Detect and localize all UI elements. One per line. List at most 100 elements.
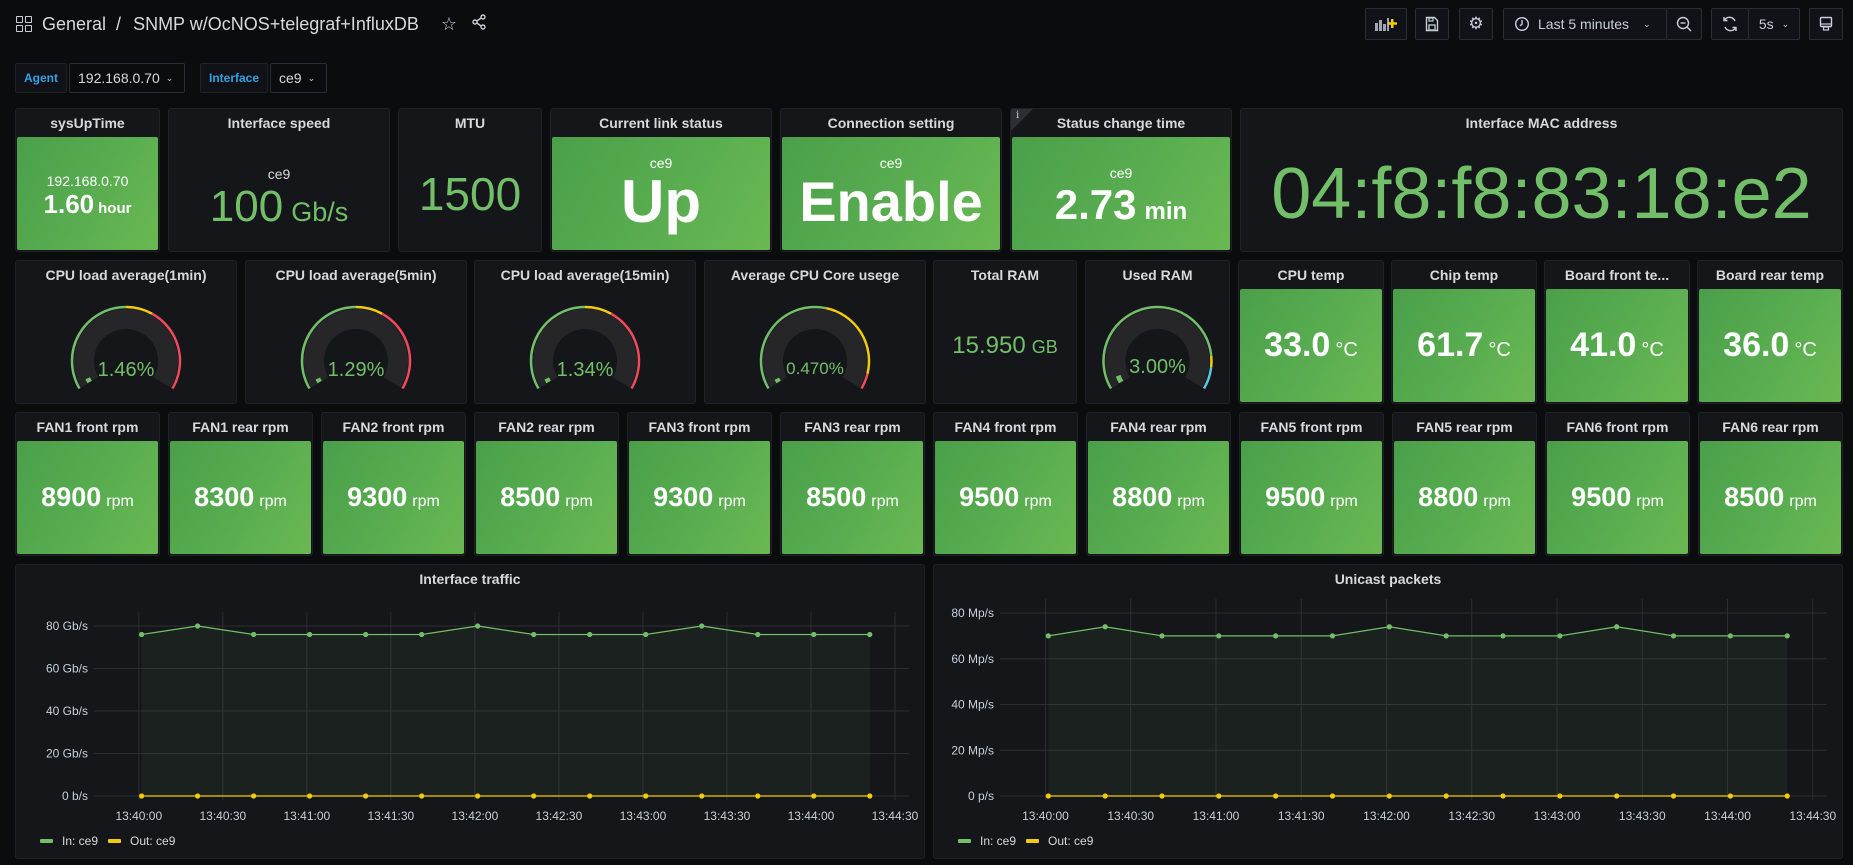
data-point-in (699, 623, 705, 629)
panel-temp-4[interactable]: Board rear temp 36.0 °C (1697, 260, 1843, 404)
dashboard-title[interactable]: SNMP w/OcNOS+telegraf+InfluxDB (133, 14, 419, 35)
panel-gauge-1[interactable]: CPU load average(1min) 1.46% (15, 260, 237, 404)
panel-fan-3[interactable]: FAN2 front rpm 9300 rpm (321, 412, 466, 556)
panel-title: Interface MAC address (1465, 115, 1618, 131)
panel-fan-5[interactable]: FAN3 front rpm 9300 rpm (627, 412, 772, 556)
stat-body: 41.0 °C (1546, 289, 1688, 402)
add-panel-icon (1375, 18, 1397, 31)
variable-label-interface: Interface (200, 63, 269, 93)
tv-mode-button[interactable] (1809, 8, 1843, 40)
stat-unit: min (1144, 197, 1188, 225)
panel-connection-setting[interactable]: Connection setting ce9 Enable (780, 108, 1002, 252)
x-tick-label: 13:44:30 (872, 809, 919, 823)
time-range-picker[interactable]: Last 5 minutes ⌄ (1503, 8, 1667, 40)
refresh-interval-picker[interactable]: 5s ⌄ (1748, 8, 1800, 40)
apps-icon[interactable] (16, 16, 32, 32)
panel-fan-2[interactable]: FAN1 rear rpm 8300 rpm (168, 412, 313, 556)
panel-title: FAN2 front rpm (342, 419, 445, 435)
stat-value: 8500 (806, 482, 867, 512)
stat-unit: GB (1031, 336, 1058, 357)
panel-fan-9[interactable]: FAN5 front rpm 9500 rpm (1239, 412, 1384, 556)
zoom-out-button[interactable] (1666, 8, 1702, 40)
data-point-in (1557, 633, 1563, 639)
panel-fan-6[interactable]: FAN3 rear rpm 8500 rpm (780, 412, 925, 556)
info-icon[interactable]: i (1016, 110, 1019, 121)
share-icon[interactable] (471, 13, 487, 35)
panel-temp-2[interactable]: Chip temp 61.7 °C (1391, 260, 1537, 404)
refresh-button[interactable] (1711, 8, 1749, 40)
panel-temp-3[interactable]: Board front te... 41.0 °C (1544, 260, 1690, 404)
stat-value: 9500 (1265, 482, 1326, 512)
panel-sysuptime[interactable]: sysUpTime 192.168.0.70 1.60 hour (15, 108, 160, 252)
stat-body: 33.0 °C (1240, 289, 1382, 402)
data-point-out (475, 793, 481, 799)
panel-link-status[interactable]: Current link status ce9 Up (550, 108, 772, 252)
data-point-in (1045, 633, 1051, 639)
stat-body: ce9 Up (552, 137, 770, 250)
panel-title: Connection setting (827, 115, 955, 131)
stat-unit: rpm (259, 493, 287, 510)
x-tick-label: 13:40:30 (199, 809, 246, 823)
panel-fan-7[interactable]: FAN4 front rpm 9500 rpm (933, 412, 1078, 556)
stat-value: 9300 (653, 482, 714, 512)
panel-mac-address[interactable]: Interface MAC address 04:f8:f8:83:18:e2 (1240, 108, 1843, 252)
panel-interface-speed[interactable]: Interface speed ce9 100 Gb/s (168, 108, 390, 252)
save-dashboard-button[interactable] (1415, 8, 1449, 40)
panel-title: FAN3 front rpm (648, 419, 751, 435)
stat-value: 61.7 (1417, 326, 1484, 364)
panel-fan-10[interactable]: FAN5 rear rpm 8800 rpm (1392, 412, 1537, 556)
data-point-out (1500, 793, 1506, 799)
panel-used-ram[interactable]: Used RAM 3.00% (1085, 260, 1230, 404)
stat-value: 8900 (41, 482, 102, 512)
stat-body: 9500 rpm (1241, 441, 1382, 554)
data-point-in (1273, 633, 1279, 639)
y-tick-label: 80 Gb/s (46, 619, 88, 633)
interface-variable-select[interactable]: ce9 ⌄ (270, 63, 327, 93)
panel-unicast-packets[interactable]: Unicast packets In: ce9 Out: ce9 0 p/s 20… (933, 564, 1843, 859)
panel-gauge-3[interactable]: CPU load average(15min) 1.34% (474, 260, 696, 404)
stat-body: 04:f8:f8:83:18:e2 (1242, 137, 1841, 250)
stat-value: Up (621, 167, 701, 235)
panel-fan-8[interactable]: FAN4 rear rpm 8800 rpm (1086, 412, 1231, 556)
panel-fan-4[interactable]: FAN2 rear rpm 8500 rpm (474, 412, 619, 556)
panel-fan-12[interactable]: FAN6 rear rpm 8500 rpm (1698, 412, 1843, 556)
panel-fan-1[interactable]: FAN1 front rpm 8900 rpm (15, 412, 160, 556)
panel-interface-traffic[interactable]: Interface traffic In: ce9 Out: ce9 0 b/s… (15, 564, 925, 859)
data-point-in (1102, 624, 1108, 630)
dashboard-settings-button[interactable]: ⚙ (1459, 8, 1493, 40)
panel-title: CPU load average(1min) (45, 267, 207, 283)
y-tick-label: 60 Mp/s (951, 652, 994, 666)
panel-gauge-4[interactable]: Average CPU Core usege 0.470% (704, 260, 926, 404)
data-point-in (1784, 633, 1790, 639)
panel-gauge-2[interactable]: CPU load average(5min) 1.29% (245, 260, 467, 404)
stat-unit: rpm (1330, 493, 1358, 510)
interface-variable-value: ce9 (279, 70, 302, 86)
panel-fan-11[interactable]: FAN6 front rpm 9500 rpm (1545, 412, 1690, 556)
data-point-in (1500, 633, 1506, 639)
stat-body: 1500 (400, 137, 540, 250)
data-point-out (1443, 793, 1449, 799)
clock-icon (1514, 16, 1530, 32)
stat-body: 9500 rpm (1547, 441, 1688, 554)
agent-variable-select[interactable]: 192.168.0.70 ⌄ (69, 63, 185, 93)
panel-mtu[interactable]: MTU 1500 (398, 108, 542, 252)
data-point-in (867, 631, 873, 638)
breadcrumb-folder[interactable]: General (42, 14, 106, 35)
breadcrumb-separator: / (116, 13, 122, 34)
data-point-in (587, 631, 593, 638)
star-icon[interactable]: ☆ (441, 14, 457, 35)
stat-body: 8800 rpm (1088, 441, 1229, 554)
panel-info-corner[interactable] (1011, 109, 1033, 131)
panel-title: sysUpTime (50, 115, 125, 131)
stat-body: 9500 rpm (935, 441, 1076, 554)
panel-title: Interface speed (227, 115, 331, 131)
panel-total-ram[interactable]: Total RAM 15.950 GB (933, 260, 1077, 404)
stat-sublabel: ce9 (1109, 164, 1133, 181)
panel-title: FAN1 front rpm (36, 419, 139, 435)
data-point-out (363, 793, 369, 799)
add-panel-button[interactable] (1365, 8, 1407, 40)
panel-status-change-time[interactable]: Status change time i ce9 2.73 min (1010, 108, 1232, 252)
data-point-out (1557, 793, 1563, 799)
panel-title: FAN3 rear rpm (804, 419, 901, 435)
panel-temp-1[interactable]: CPU temp 33.0 °C (1238, 260, 1384, 404)
